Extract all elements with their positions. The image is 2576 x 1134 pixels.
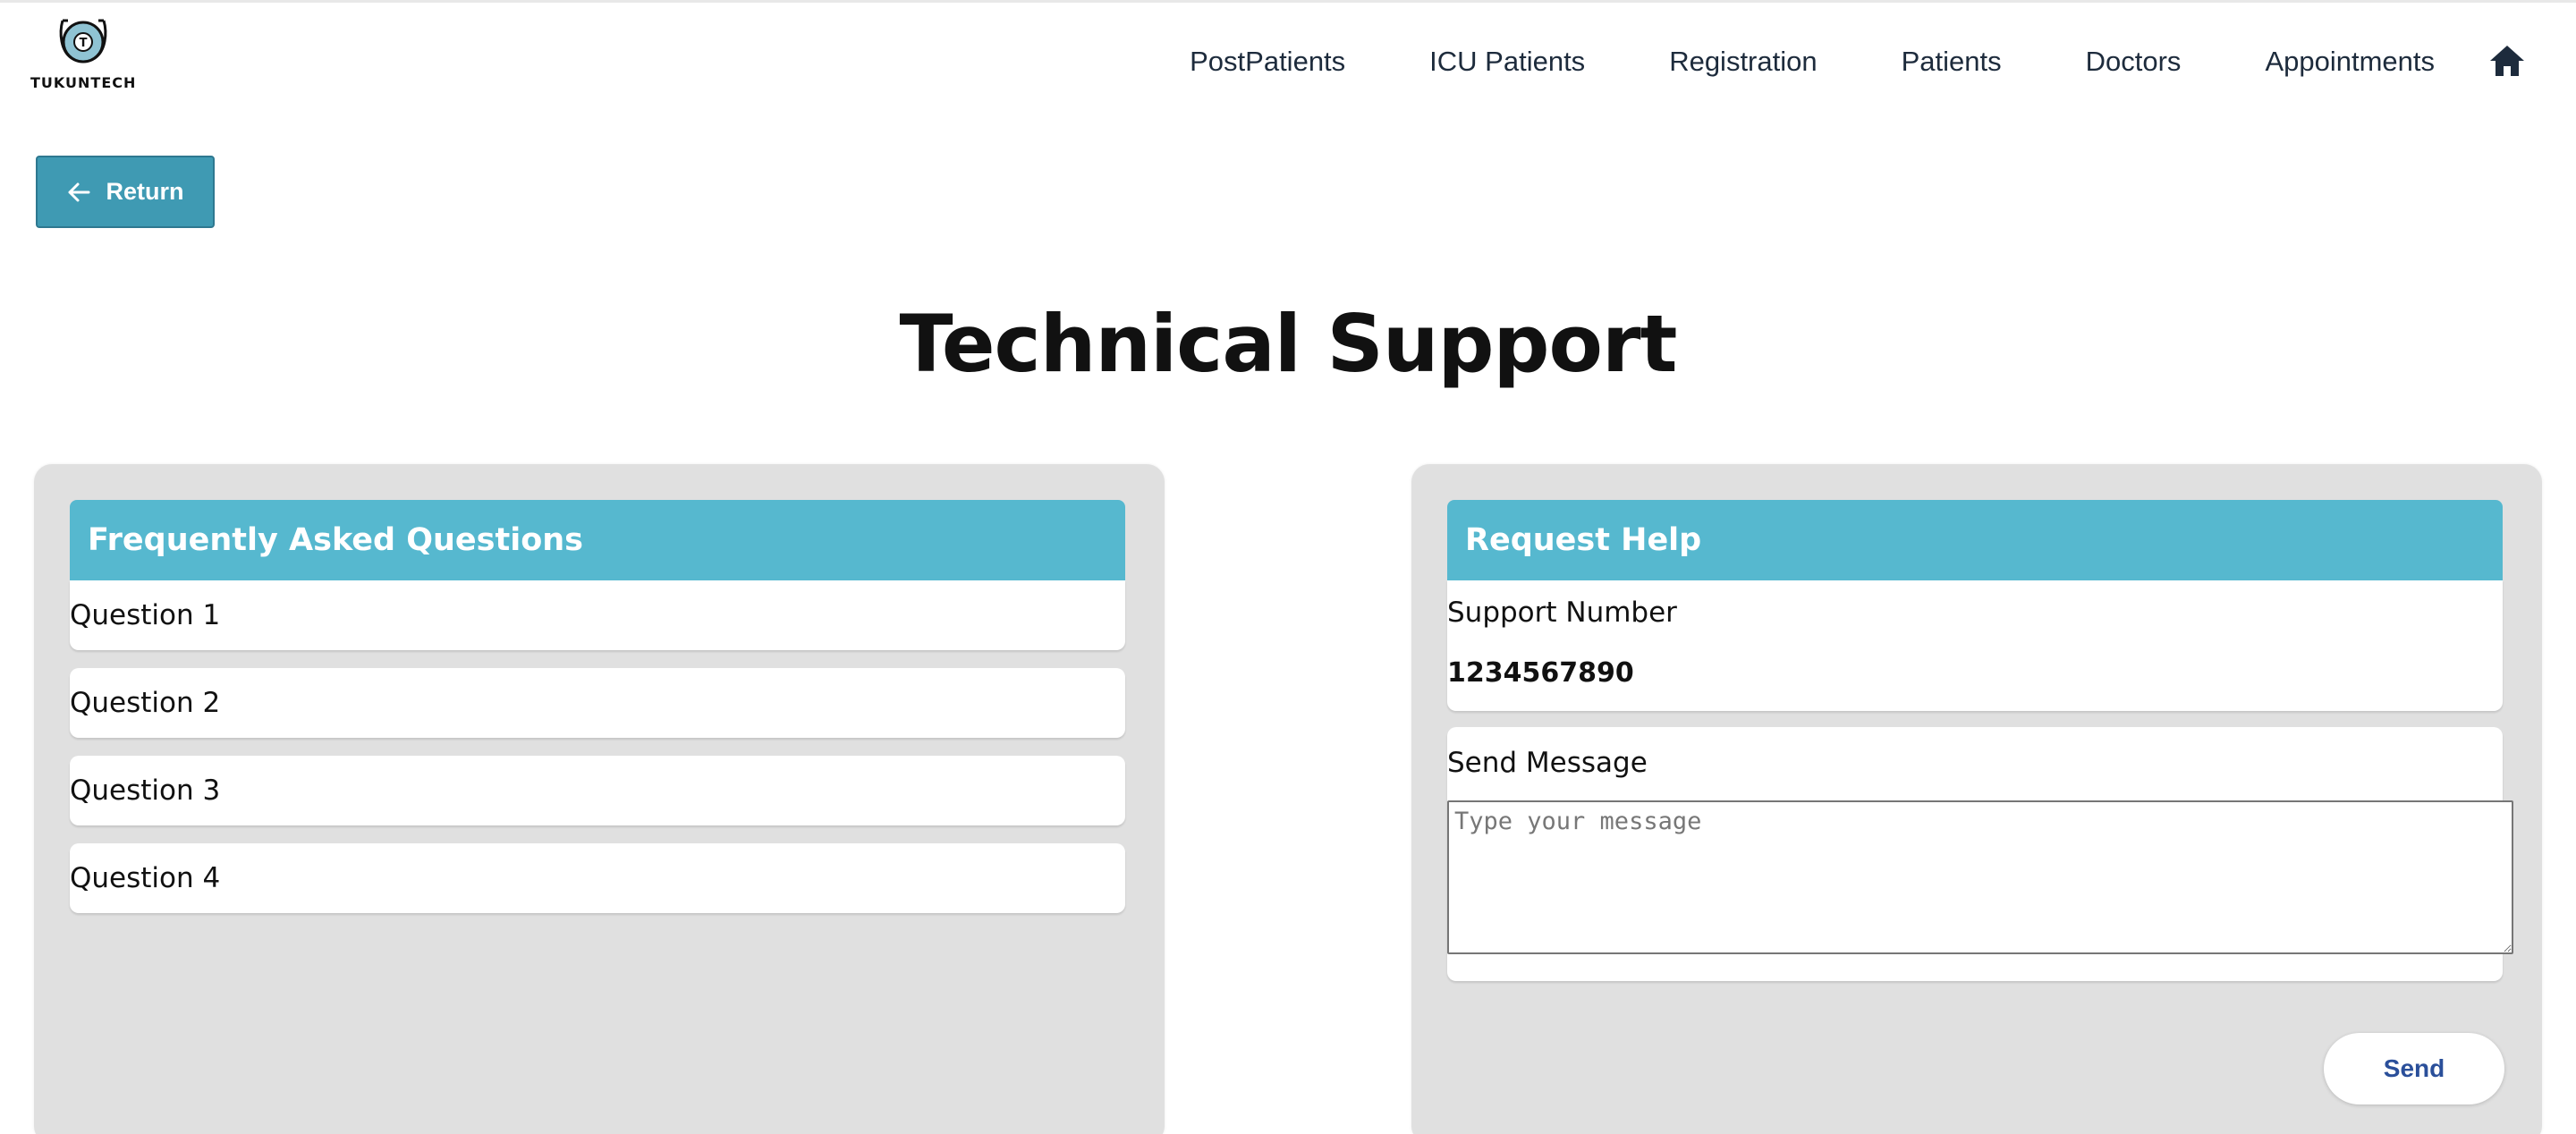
request-help-header: Request Help <box>1447 500 2503 580</box>
stethoscope-logo-icon: T <box>59 19 107 63</box>
faq-panel: Frequently Asked Questions Question 1 Qu… <box>34 464 1165 1134</box>
faq-question-4[interactable]: Question 4 <box>70 843 1125 913</box>
return-label: Return <box>106 178 184 205</box>
nav-patients[interactable]: Patients <box>1902 46 2002 78</box>
support-number-value: 1234567890 <box>1447 657 1634 689</box>
support-number-label: Support Number <box>1447 597 1677 629</box>
message-textarea[interactable] <box>1447 800 2513 954</box>
arrow-left-icon <box>68 182 89 201</box>
nav-appointments[interactable]: Appointments <box>2265 46 2435 78</box>
request-help-panel: Request Help Support Number 1234567890 S… <box>1411 464 2542 1134</box>
send-message-label: Send Message <box>1447 747 1648 779</box>
page-title: Technical Support <box>899 298 1678 390</box>
nav-icu-patients[interactable]: ICU Patients <box>1429 46 1585 78</box>
faq-question-3[interactable]: Question 3 <box>70 756 1125 825</box>
svg-text:T: T <box>80 37 88 50</box>
send-message-card: Send Message <box>1447 727 2513 981</box>
nav-doctors[interactable]: Doctors <box>2086 46 2182 78</box>
nav-registration[interactable]: Registration <box>1669 46 1817 78</box>
faq-question-2[interactable]: Question 2 <box>70 668 1125 738</box>
send-button[interactable]: Send <box>2324 1033 2504 1104</box>
faq-header: Frequently Asked Questions <box>70 500 1125 580</box>
faq-question-1[interactable]: Question 1 <box>70 580 1125 650</box>
support-number-card: Support Number 1234567890 <box>1447 580 2503 711</box>
top-nav: PostPatients ICU Patients Registration P… <box>1190 44 2435 80</box>
nav-postpatients[interactable]: PostPatients <box>1190 46 1345 78</box>
logo[interactable]: T TUKUNTECH <box>30 15 136 96</box>
home-icon[interactable] <box>2488 44 2526 78</box>
logo-text: TUKUNTECH <box>30 74 137 91</box>
return-button[interactable]: Return <box>36 156 215 228</box>
